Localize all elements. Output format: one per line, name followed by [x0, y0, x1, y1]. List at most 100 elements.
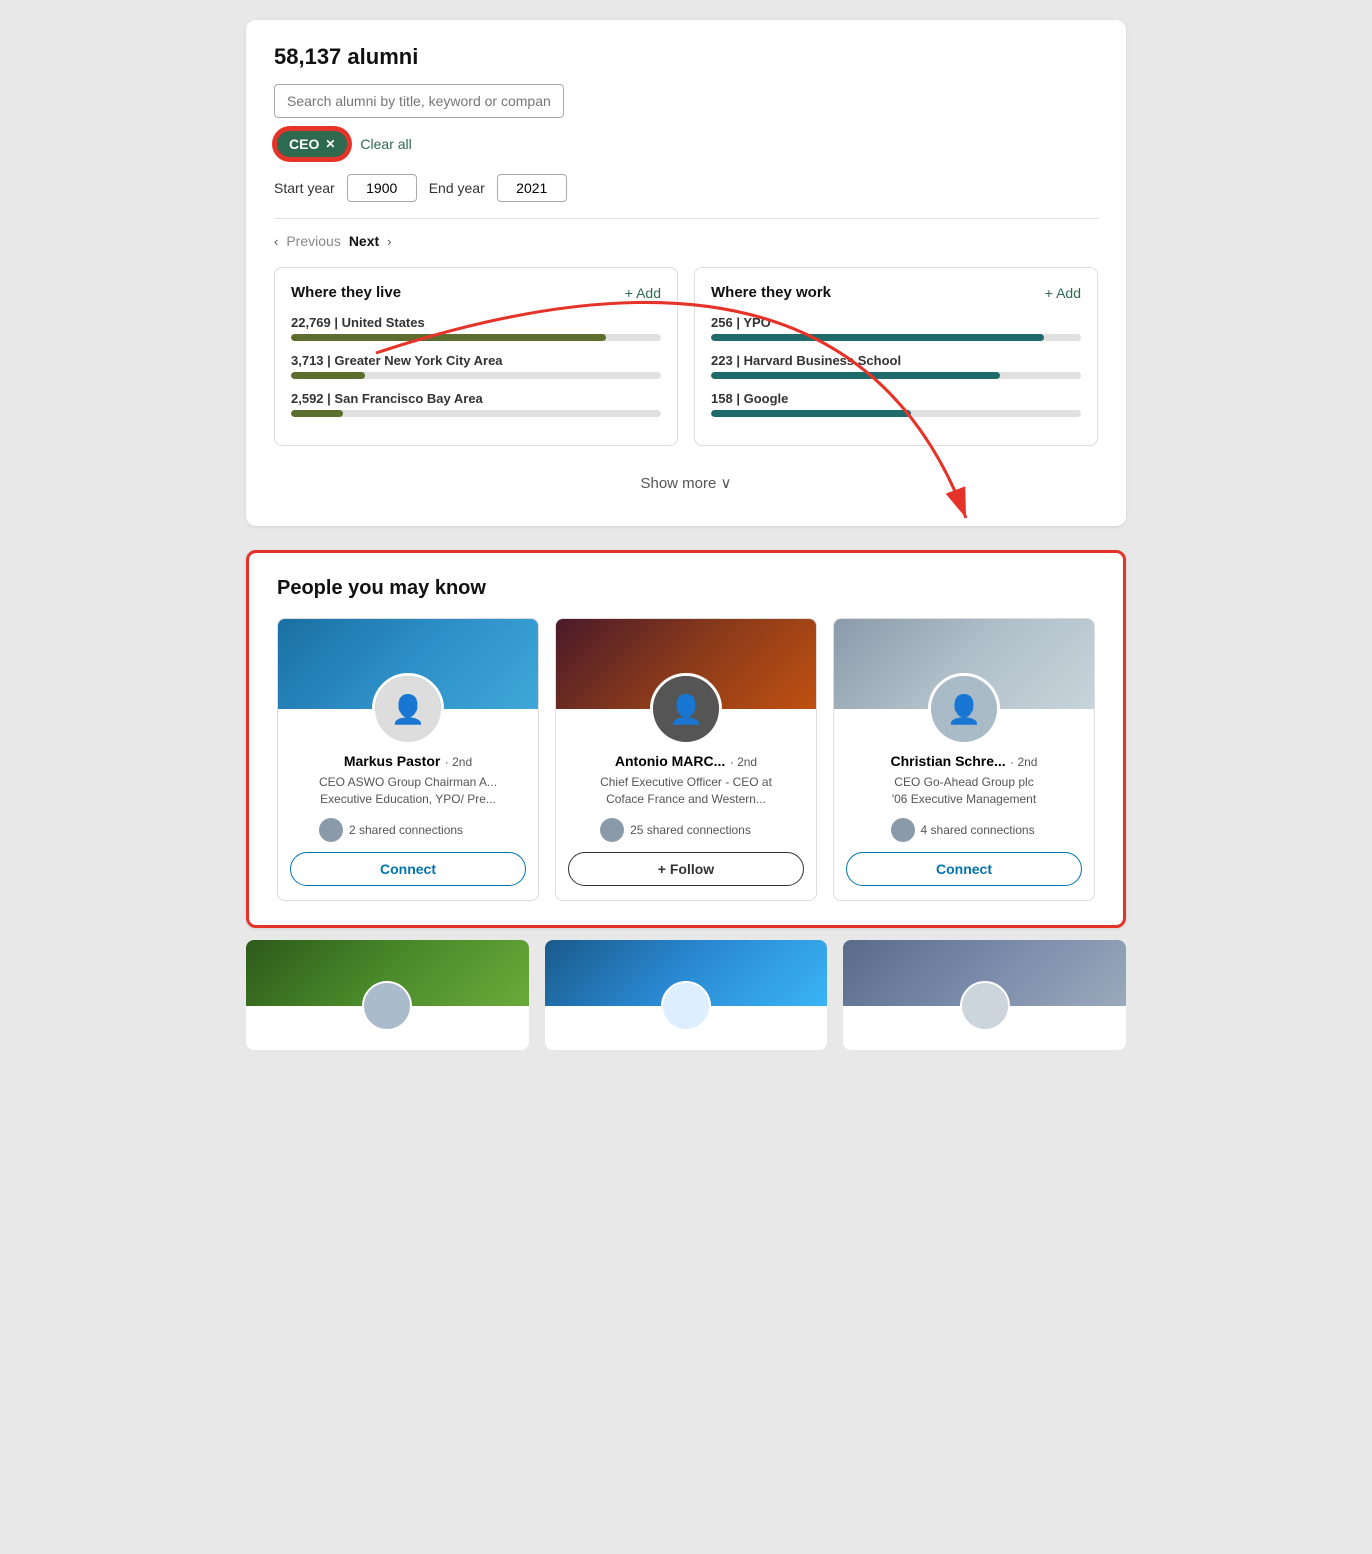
bottom-avatar-1	[362, 981, 412, 1031]
work-bar-bg-2	[711, 372, 1081, 379]
bottom-avatar-2	[661, 981, 711, 1031]
work-bar-fill-2	[711, 372, 1000, 379]
person-cover-2: 👤	[556, 619, 816, 709]
live-item-3: 2,592 | San Francisco Bay Area	[291, 391, 661, 417]
live-bar-bg-2	[291, 372, 661, 379]
follow-button-2[interactable]: + Follow	[568, 852, 804, 886]
work-bar-bg-1	[711, 334, 1081, 341]
end-year-label: End year	[429, 180, 485, 196]
connect-button-3[interactable]: Connect	[846, 852, 1082, 886]
where-work-add-button[interactable]: + Add	[1045, 285, 1081, 301]
chevron-right-icon: ›	[387, 234, 391, 249]
person-name-text-2: Antonio MARC...	[615, 753, 725, 769]
where-live-title: Where they live	[291, 284, 401, 301]
person-card-2: 👤 Antonio MARC... · 2nd Chief Executive …	[555, 618, 817, 901]
alumni-title: 58,137 alumni	[274, 44, 1098, 70]
work-item-3: 158 | Google	[711, 391, 1081, 417]
filter-row: CEO ✕ Clear all	[274, 128, 1098, 160]
live-location-1: United States	[342, 315, 425, 330]
live-bar-fill-3	[291, 410, 343, 417]
person-card-3: 👤 Christian Schre... · 2nd CEO Go-Ahead …	[833, 618, 1095, 901]
people-grid: 👤 Markus Pastor · 2nd CEO ASWO Group Cha…	[277, 618, 1095, 901]
shared-connections-1: 2 shared connections	[319, 818, 497, 842]
work-company-1: YPO	[743, 315, 770, 330]
show-more-button[interactable]: Show more ∨	[274, 464, 1098, 502]
shared-count-3: 4 shared connections	[921, 823, 1035, 837]
bottom-card-1	[246, 940, 529, 1050]
next-button[interactable]: Next	[349, 233, 379, 249]
person-card-1: 👤 Markus Pastor · 2nd CEO ASWO Group Cha…	[277, 618, 539, 901]
work-count-3: 158	[711, 391, 733, 406]
person-degree-3: · 2nd	[1010, 755, 1037, 769]
live-location-3: San Francisco Bay Area	[334, 391, 482, 406]
person-cover-1: 👤	[278, 619, 538, 709]
search-input[interactable]	[274, 84, 564, 118]
bottom-cover-1	[246, 940, 529, 1006]
work-bar-bg-3	[711, 410, 1081, 417]
live-location-2: Greater New York City Area	[334, 353, 502, 368]
clear-all-button[interactable]: Clear all	[360, 136, 411, 152]
person-role-2: Chief Executive Officer - CEO atCoface F…	[600, 774, 772, 808]
start-year-input[interactable]	[347, 174, 417, 202]
person-role-1: CEO ASWO Group Chairman A...Executive Ed…	[319, 774, 497, 808]
person-degree-1: · 2nd	[445, 755, 472, 769]
where-work-title: Where they work	[711, 284, 831, 301]
shared-avatar-3	[891, 818, 915, 842]
shared-count-2: 25 shared connections	[630, 823, 751, 837]
where-live-add-button[interactable]: + Add	[625, 285, 661, 301]
person-info-2: Antonio MARC... · 2nd Chief Executive Of…	[588, 753, 784, 852]
stats-grid: Where they live + Add 22,769 | United St…	[274, 267, 1098, 446]
shared-connections-3: 4 shared connections	[891, 818, 1038, 842]
alumni-section: 58,137 alumni CEO ✕ Clear all Start year…	[246, 20, 1126, 526]
person-degree-2: · 2nd	[730, 755, 757, 769]
work-company-3: Google	[744, 391, 789, 406]
work-sep-3: |	[736, 391, 743, 406]
shared-avatar-1	[319, 818, 343, 842]
people-section-title: People you may know	[277, 577, 1095, 600]
work-bar-fill-3	[711, 410, 911, 417]
shared-count-1: 2 shared connections	[349, 823, 463, 837]
bottom-cover-3	[843, 940, 1126, 1006]
ceo-remove-icon[interactable]: ✕	[325, 137, 335, 151]
ceo-tag-label: CEO	[289, 136, 319, 152]
person-cover-3: 👤	[834, 619, 1094, 709]
work-bar-fill-1	[711, 334, 1044, 341]
avatar-3: 👤	[928, 673, 1000, 745]
work-count-2: 223	[711, 353, 733, 368]
where-they-live-card: Where they live + Add 22,769 | United St…	[274, 267, 678, 446]
previous-button[interactable]: Previous	[286, 233, 340, 249]
start-year-label: Start year	[274, 180, 335, 196]
bottom-card-2	[545, 940, 828, 1050]
person-name-1: Markus Pastor · 2nd	[319, 753, 497, 771]
chevron-left-icon: ‹	[274, 234, 278, 249]
live-bar-bg-1	[291, 334, 661, 341]
year-filter-row: Start year End year	[274, 174, 1098, 202]
live-item-2: 3,713 | Greater New York City Area	[291, 353, 661, 379]
shared-connections-2: 25 shared connections	[600, 818, 772, 842]
live-bar-fill-2	[291, 372, 365, 379]
live-count-2: 3,713	[291, 353, 324, 368]
live-bar-fill-1	[291, 334, 606, 341]
person-name-2: Antonio MARC... · 2nd	[600, 753, 772, 771]
ceo-filter-tag[interactable]: CEO ✕	[274, 128, 350, 160]
live-item-1: 22,769 | United States	[291, 315, 661, 341]
where-they-work-card: Where they work + Add 256 | YPO 223	[694, 267, 1098, 446]
work-company-2: Harvard Business School	[744, 353, 902, 368]
shared-avatar-2	[600, 818, 624, 842]
live-count-1: 22,769	[291, 315, 331, 330]
person-role-3: CEO Go-Ahead Group plc'06 Executive Mana…	[891, 774, 1038, 808]
work-item-2: 223 | Harvard Business School	[711, 353, 1081, 379]
bottom-card-3	[843, 940, 1126, 1050]
people-you-may-know-section: People you may know 👤 Markus Pastor · 2n…	[246, 550, 1126, 928]
pagination: ‹ Previous Next ›	[274, 233, 1098, 249]
bottom-cover-2	[545, 940, 828, 1006]
where-work-header: Where they work + Add	[711, 284, 1081, 301]
work-item-1: 256 | YPO	[711, 315, 1081, 341]
end-year-input[interactable]	[497, 174, 567, 202]
person-info-1: Markus Pastor · 2nd CEO ASWO Group Chair…	[307, 753, 509, 852]
person-info-3: Christian Schre... · 2nd CEO Go-Ahead Gr…	[879, 753, 1050, 852]
connect-button-1[interactable]: Connect	[290, 852, 526, 886]
live-bar-bg-3	[291, 410, 661, 417]
where-live-header: Where they live + Add	[291, 284, 661, 301]
person-name-3: Christian Schre... · 2nd	[891, 753, 1038, 771]
